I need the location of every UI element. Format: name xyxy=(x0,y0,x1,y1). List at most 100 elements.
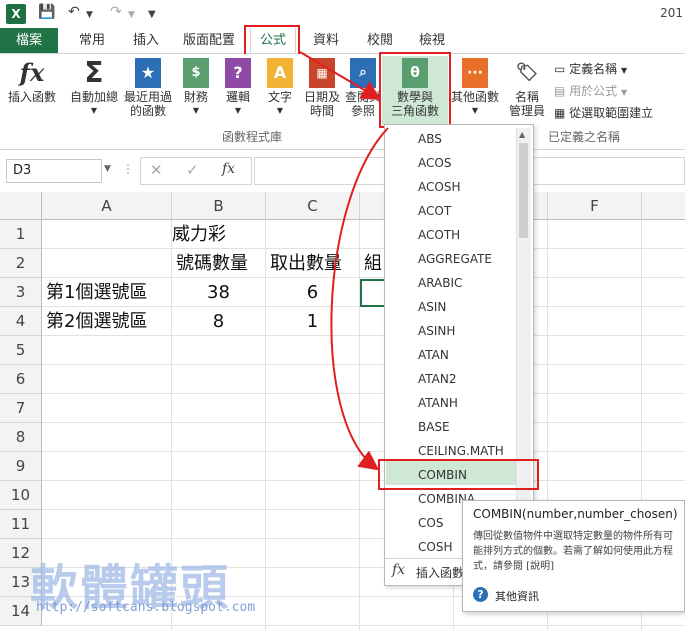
autosum-button[interactable]: Σ 自動加總 ▼ xyxy=(66,58,122,118)
function-item-acot[interactable]: ACOT xyxy=(418,200,451,222)
row-header-2[interactable]: 2 xyxy=(0,249,42,278)
ribbon-formulas: fx 插入函數 Σ 自動加總 ▼ ★ 最近用過 的函數 $ 財務 ▼ ? 邏輯 … xyxy=(0,54,685,150)
create-from-selection-icon: ▦ xyxy=(554,106,570,120)
datetime-button[interactable]: ▦ 日期及 時間 xyxy=(302,58,342,118)
function-item-cos[interactable]: COS xyxy=(418,512,443,534)
tab-page-layout[interactable]: 版面配置 xyxy=(178,28,240,53)
row-header-8[interactable]: 8 xyxy=(0,423,42,452)
function-item-abs[interactable]: ABS xyxy=(418,128,442,150)
use-in-formula-button[interactable]: ▤ 用於公式 ▼ xyxy=(554,82,627,99)
tab-data[interactable]: 資料 xyxy=(304,28,348,53)
datetime-label-1: 日期及 xyxy=(303,90,340,104)
help-icon[interactable]: ? xyxy=(473,587,488,602)
dropdown-scroll-thumb[interactable] xyxy=(519,143,528,238)
cell-b4[interactable]: 8 xyxy=(172,307,266,336)
insert-function-button[interactable]: fx 插入函數 xyxy=(4,58,60,105)
insert-function-menu-item[interactable]: 插入函數 xyxy=(416,564,464,581)
name-manager-label-1: 名稱 xyxy=(514,90,539,104)
more-label: 其他函數 xyxy=(450,90,499,104)
group-label-function-library: 函數程式庫 xyxy=(222,130,283,144)
sigma-icon: Σ xyxy=(84,56,104,89)
function-item-base[interactable]: BASE xyxy=(418,416,450,438)
create-from-selection-label: 從選取範圍建立 xyxy=(569,106,654,120)
cell-c4[interactable]: 1 xyxy=(266,307,360,336)
enter-icon[interactable]: ✓ xyxy=(186,161,199,179)
name-manager-button[interactable]: 🏷 名稱 管理員 xyxy=(504,58,550,119)
function-item-atan[interactable]: ATAN xyxy=(418,344,449,366)
tab-review[interactable]: 校閱 xyxy=(358,28,402,53)
tab-home[interactable]: 常用 xyxy=(72,28,112,53)
name-manager-label-2: 管理員 xyxy=(508,104,545,118)
create-from-selection-button[interactable]: ▦ 從選取範圍建立 xyxy=(554,104,653,121)
more-functions-button[interactable]: ··· 其他函數 ▼ xyxy=(450,58,500,118)
financial-button[interactable]: $ 財務 ▼ xyxy=(178,58,214,118)
function-item-atanh[interactable]: ATANH xyxy=(418,392,458,414)
cell-a4[interactable]: 第2個選號區 xyxy=(42,307,172,336)
column-header-b[interactable]: B xyxy=(172,192,266,220)
column-header-g[interactable] xyxy=(642,192,685,220)
tooltip-signature: COMBIN(number,number_chosen) xyxy=(473,507,678,521)
recent-label-1: 最近用過 xyxy=(123,90,172,104)
function-item-cosh[interactable]: COSH xyxy=(418,536,452,558)
fx-icon: fx xyxy=(19,58,45,87)
row-header-9[interactable]: 9 xyxy=(0,452,42,481)
row-header-6[interactable]: 6 xyxy=(0,365,42,394)
tab-view[interactable]: 檢視 xyxy=(410,28,454,53)
name-box-dropdown-icon[interactable]: ▼ xyxy=(104,164,111,174)
calendar-icon: ▦ xyxy=(309,58,335,88)
function-item-acos[interactable]: ACOS xyxy=(418,152,451,174)
name-box[interactable]: D3 xyxy=(6,159,102,183)
customize-qat-icon[interactable]: ▼ xyxy=(148,9,156,20)
cell-b2[interactable]: 號碼數量 xyxy=(172,249,266,278)
lookup-button[interactable]: ⌕ 查閱與 參照 xyxy=(344,58,382,118)
undo-icon[interactable]: ↶ xyxy=(68,4,80,20)
cell-a3[interactable]: 第1個選號區 xyxy=(42,278,172,307)
logical-button[interactable]: ? 邏輯 ▼ xyxy=(220,58,256,118)
row-header-4[interactable]: 4 xyxy=(0,307,42,336)
function-item-arabic[interactable]: ARABIC xyxy=(418,272,462,294)
cell-c3[interactable]: 6 xyxy=(266,278,360,307)
save-icon[interactable]: 💾 xyxy=(38,4,55,20)
row-header-5[interactable]: 5 xyxy=(0,336,42,365)
active-cell-d3[interactable] xyxy=(360,279,386,307)
cell-b3[interactable]: 38 xyxy=(172,278,266,307)
recently-used-button[interactable]: ★ 最近用過 的函數 xyxy=(122,58,174,118)
group-label-defined-names: 已定義之名稱 xyxy=(548,130,621,144)
cancel-icon[interactable]: ✕ xyxy=(150,161,163,179)
undo-dropdown-icon[interactable]: ▼ xyxy=(86,10,93,20)
insert-function-label: 插入函數 xyxy=(7,90,56,104)
cell-c2[interactable]: 取出數量 xyxy=(266,249,360,278)
column-header-a[interactable]: A xyxy=(42,192,172,220)
use-in-formula-label: 用於公式 xyxy=(569,84,618,98)
function-item-acoth[interactable]: ACOTH xyxy=(418,224,460,246)
tab-file[interactable]: 檔案 xyxy=(0,28,58,53)
row-header-1[interactable]: 1 xyxy=(0,220,42,249)
column-header-f[interactable]: F xyxy=(548,192,642,220)
scroll-up-icon[interactable]: ▲ xyxy=(519,130,525,139)
redo-icon[interactable]: ↷ xyxy=(110,4,122,20)
cell-b1[interactable]: 威力彩 xyxy=(172,220,266,249)
function-item-acosh[interactable]: ACOSH xyxy=(418,176,460,198)
fx-small-icon: fx xyxy=(392,562,406,578)
column-header-c[interactable]: C xyxy=(266,192,360,220)
select-all-corner[interactable] xyxy=(0,192,42,220)
function-item-aggregate[interactable]: AGGREGATE xyxy=(418,248,492,270)
formula-fx-button[interactable]: fx xyxy=(222,161,235,177)
redo-dropdown-icon[interactable]: ▼ xyxy=(128,10,135,20)
star-icon: ★ xyxy=(135,58,161,88)
define-name-button[interactable]: ▭ 定義名稱 ▼ xyxy=(554,60,627,77)
row-header-11[interactable]: 11 xyxy=(0,510,42,539)
row-header-3[interactable]: 3 xyxy=(0,278,42,307)
tooltip-more-info-link[interactable]: 其他資訊 xyxy=(495,588,539,604)
function-item-asinh[interactable]: ASINH xyxy=(418,320,455,342)
autosum-dropdown-icon: ▼ xyxy=(90,106,98,115)
function-item-atan2[interactable]: ATAN2 xyxy=(418,368,457,390)
use-in-formula-icon: ▤ xyxy=(554,84,570,98)
logical-dropdown-icon: ▼ xyxy=(234,106,242,115)
text-button[interactable]: A 文字 ▼ xyxy=(262,58,298,118)
row-header-7[interactable]: 7 xyxy=(0,394,42,423)
function-item-asin[interactable]: ASIN xyxy=(418,296,446,318)
more-dots-icon: ··· xyxy=(462,58,488,88)
row-header-10[interactable]: 10 xyxy=(0,481,42,510)
tab-insert[interactable]: 插入 xyxy=(126,28,166,53)
